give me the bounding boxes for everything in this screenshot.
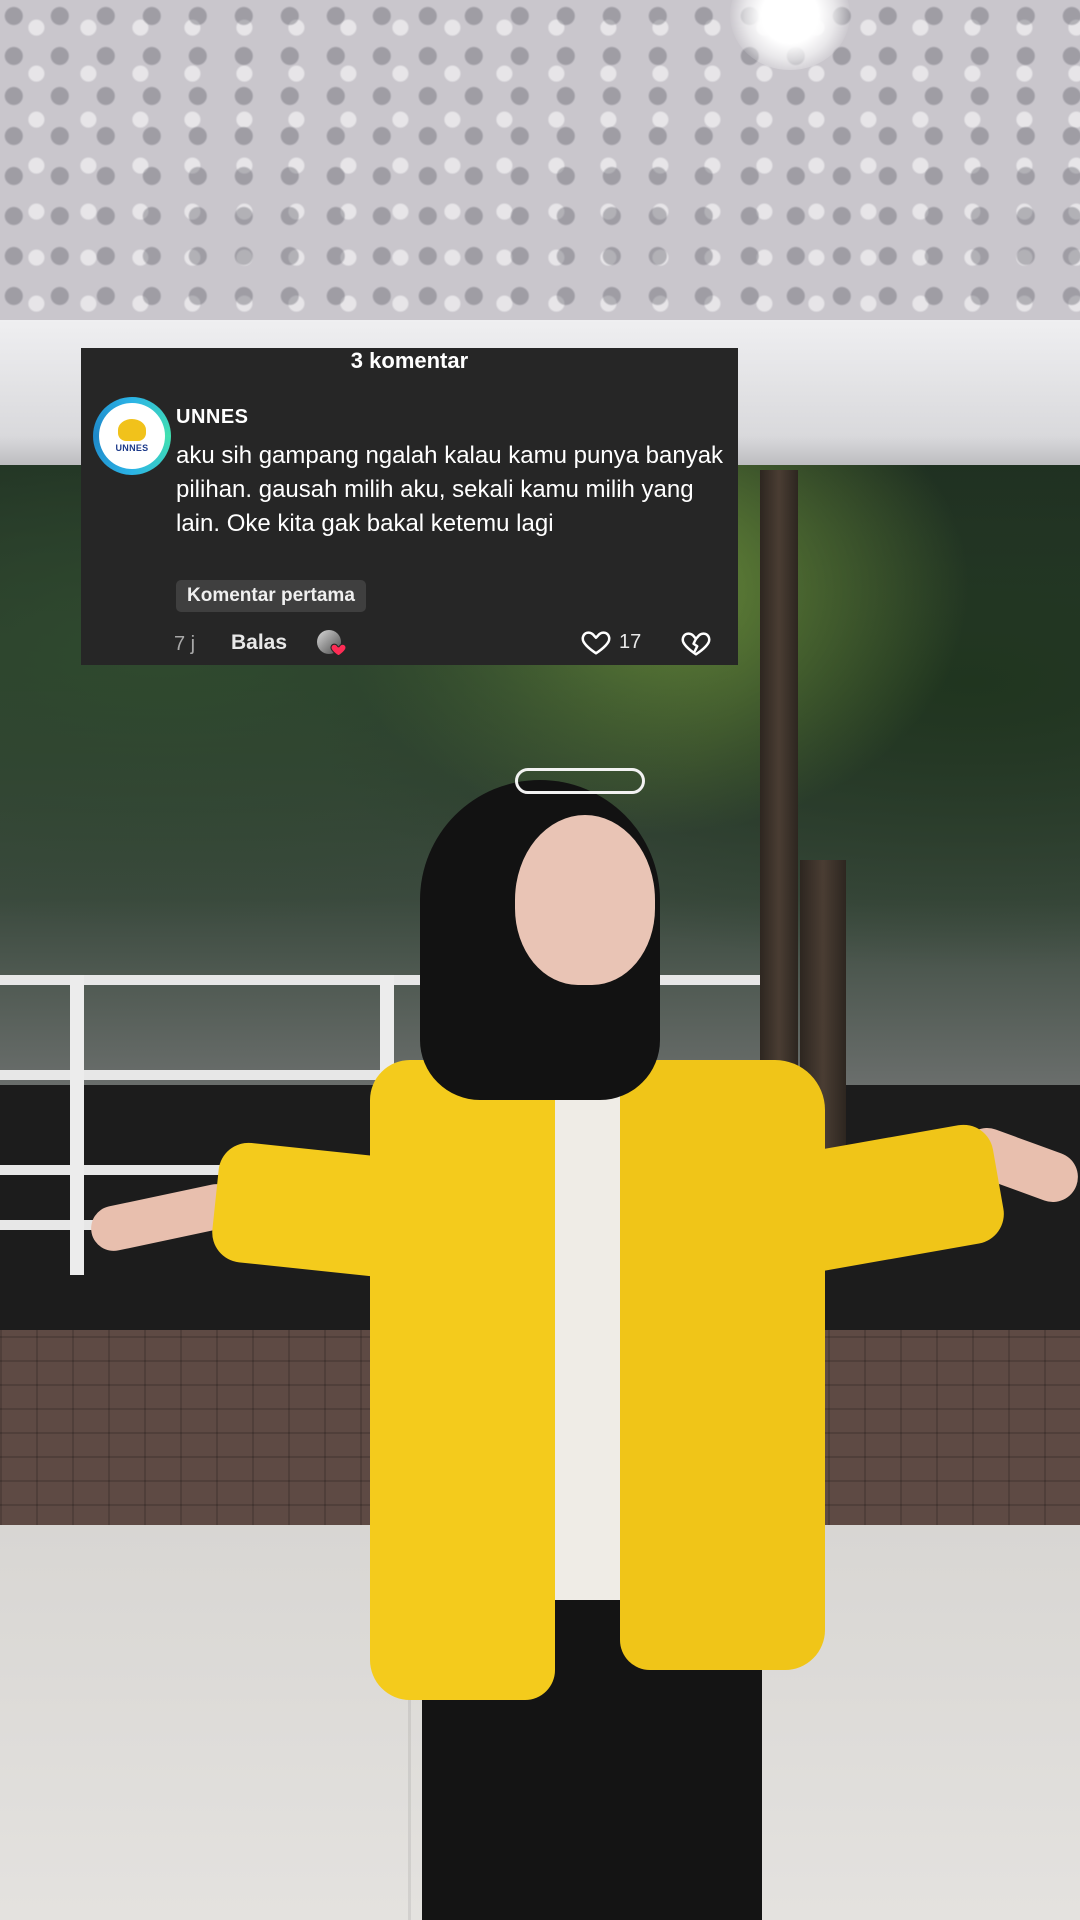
sunglasses (515, 768, 645, 794)
first-comment-badge: Komentar pertama (176, 580, 366, 612)
logo-emblem-icon (118, 419, 146, 441)
video-background (0, 0, 1080, 1920)
heart-outline-icon (581, 631, 611, 655)
avatar[interactable]: UNNES (93, 397, 171, 475)
comment-text: aku sih gampang ngalah kalau kamu punya … (176, 442, 724, 537)
dislike-button[interactable] (681, 628, 711, 658)
reply-button[interactable]: Balas (231, 632, 287, 654)
avatar-logo: UNNES (99, 403, 165, 469)
face (515, 815, 655, 985)
yellow-blazer-left (370, 1060, 555, 1700)
comment-timestamp: 7 j (174, 633, 196, 655)
like-count: 17 (619, 631, 642, 653)
broken-heart-icon (681, 632, 711, 656)
avatar-logo-text: UNNES (115, 443, 149, 453)
comment-username[interactable]: UNNES (176, 406, 249, 428)
yellow-blazer-right (620, 1060, 825, 1670)
comment-card: 3 komentar UNNES UNNES aku sih gampang n… (81, 348, 738, 665)
comment-count: 3 komentar (350, 348, 469, 373)
heart-icon (330, 643, 347, 657)
like-button[interactable]: 17 (581, 628, 641, 656)
ceiling (0, 0, 1080, 325)
creator-liked-indicator (317, 630, 347, 658)
